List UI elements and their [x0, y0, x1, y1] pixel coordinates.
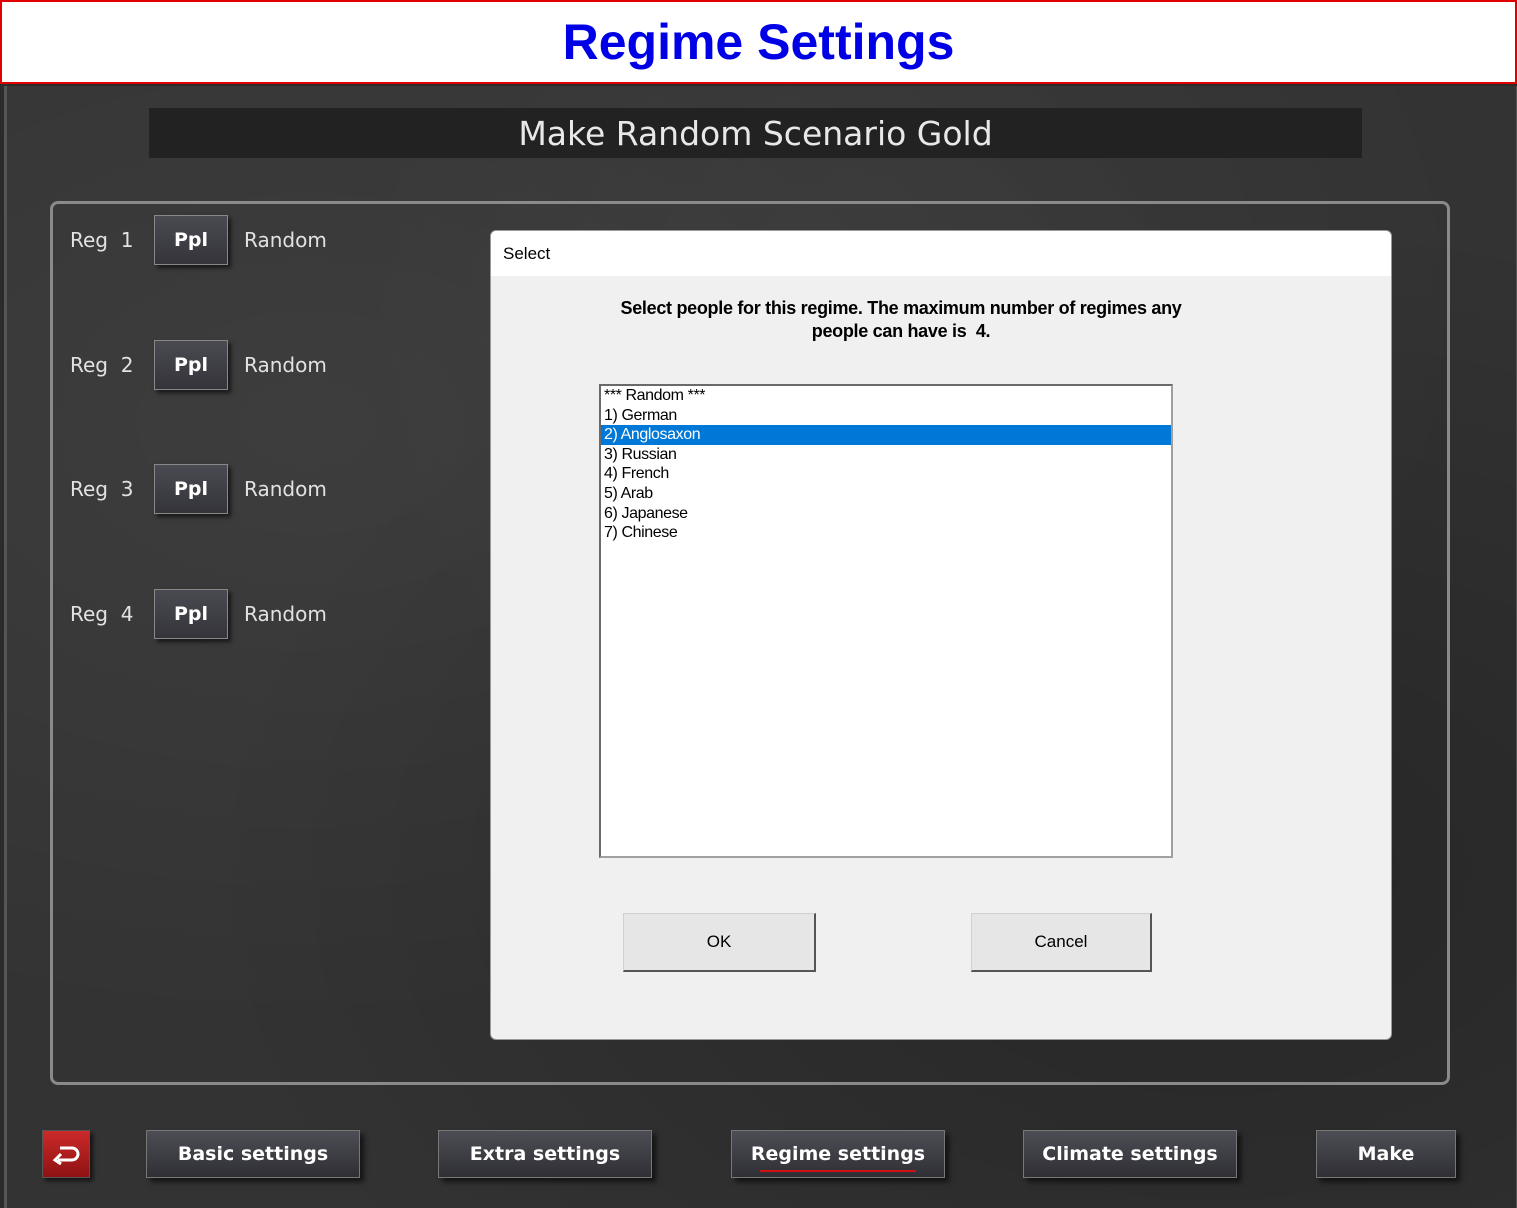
dialog-titlebar: Select — [491, 231, 1391, 276]
people-listbox[interactable]: *** Random *** 1) German 2) Anglosaxon 3… — [599, 384, 1173, 858]
people-button-reg-4[interactable]: Ppl — [154, 589, 228, 639]
people-button-reg-1[interactable]: Ppl — [154, 215, 228, 265]
regime-settings-button[interactable]: Regime settings — [731, 1130, 945, 1178]
extra-settings-label: Extra settings — [469, 1143, 621, 1165]
regime-row-1: Reg 1 Ppl Random — [70, 215, 327, 265]
ok-button[interactable]: OK — [623, 913, 816, 972]
regime-value: Random — [244, 602, 327, 626]
list-item[interactable]: 3) Russian — [601, 445, 1171, 465]
regime-value: Random — [244, 353, 327, 377]
regime-label: Reg 1 — [70, 228, 134, 252]
people-button-reg-2[interactable]: Ppl — [154, 340, 228, 390]
back-button[interactable] — [42, 1130, 90, 1178]
list-item[interactable]: 5) Arab — [601, 484, 1171, 504]
extra-settings-button[interactable]: Extra settings — [438, 1130, 652, 1178]
climate-settings-button[interactable]: Climate settings — [1023, 1130, 1237, 1178]
basic-settings-button[interactable]: Basic settings — [146, 1130, 360, 1178]
basic-settings-label: Basic settings — [177, 1143, 329, 1165]
list-item[interactable]: 4) French — [601, 464, 1171, 484]
dialog-message: Select people for this regime. The maxim… — [581, 297, 1221, 343]
people-button-reg-3[interactable]: Ppl — [154, 464, 228, 514]
dialog-title: Select — [503, 243, 551, 263]
app-title: Make Random Scenario Gold — [518, 113, 993, 153]
list-item[interactable]: 1) German — [601, 406, 1171, 426]
regime-row-4: Reg 4 Ppl Random — [70, 589, 327, 639]
regime-value: Random — [244, 228, 327, 252]
page-banner: Regime Settings — [0, 0, 1517, 84]
regime-label: Reg 4 — [70, 602, 134, 626]
list-item[interactable]: *** Random *** — [601, 386, 1171, 406]
regime-settings-label: Regime settings — [750, 1143, 926, 1165]
regime-label: Reg 2 — [70, 353, 134, 377]
return-arrow-icon — [52, 1146, 80, 1165]
active-tab-indicator — [760, 1170, 916, 1172]
regime-value: Random — [244, 477, 327, 501]
dialog-message-line-1: Select people for this regime. The maxim… — [620, 298, 1182, 318]
dialog-message-line-2: people can have is 4. — [811, 321, 991, 341]
list-item-selected[interactable]: 2) Anglosaxon — [601, 425, 1171, 445]
select-dialog: Select Select people for this regime. Th… — [490, 230, 1392, 1040]
regime-label: Reg 3 — [70, 477, 134, 501]
list-item[interactable]: 7) Chinese — [601, 523, 1171, 543]
banner-title: Regime Settings — [562, 14, 955, 70]
regime-row-3: Reg 3 Ppl Random — [70, 464, 327, 514]
list-item[interactable]: 6) Japanese — [601, 504, 1171, 524]
regime-row-2: Reg 2 Ppl Random — [70, 340, 327, 390]
climate-settings-label: Climate settings — [1042, 1143, 1218, 1165]
make-label: Make — [1357, 1143, 1415, 1165]
make-button[interactable]: Make — [1316, 1130, 1456, 1178]
cancel-button[interactable]: Cancel — [971, 913, 1152, 972]
app-titlebar: Make Random Scenario Gold — [149, 108, 1362, 158]
